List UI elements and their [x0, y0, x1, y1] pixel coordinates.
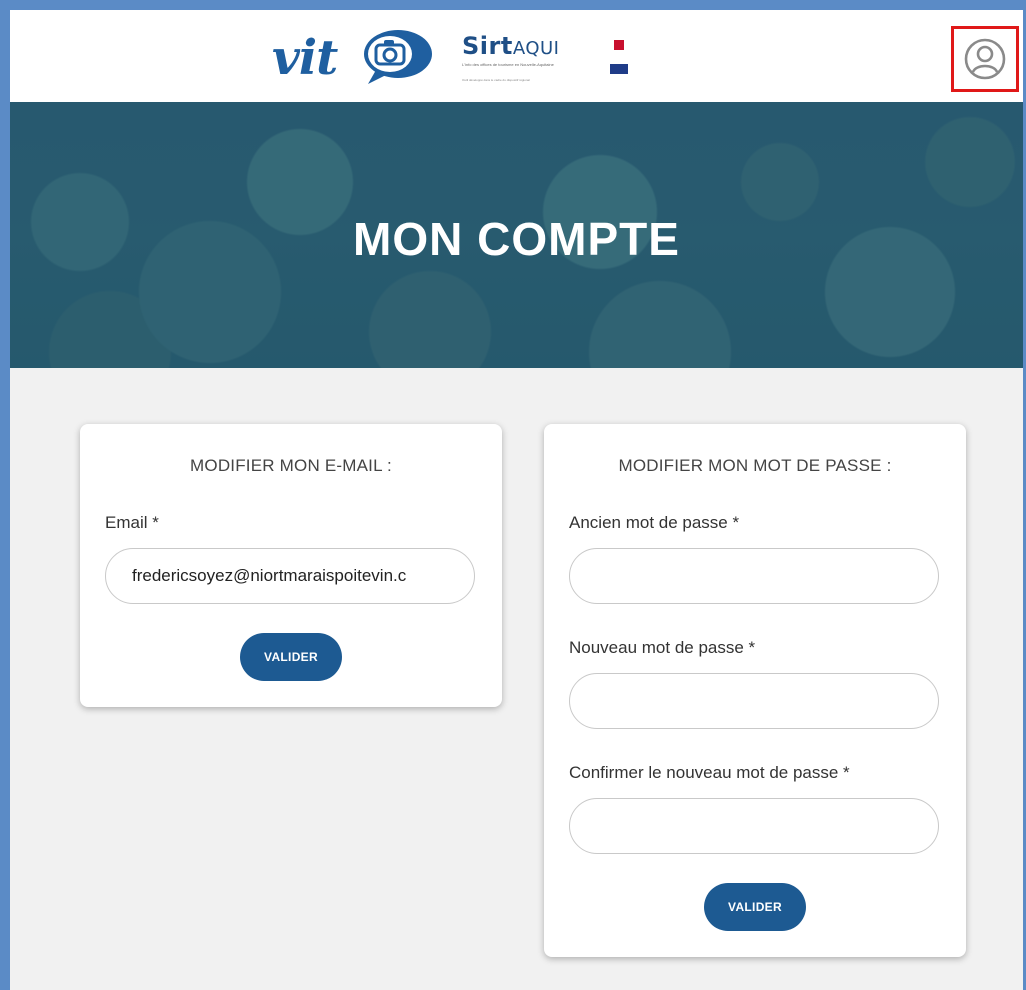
- sirtaqui-logo-tagline: Outil développé dans le cadre du disposi…: [462, 78, 530, 82]
- email-card: MODIFIER MON E-MAIL : Email * VALIDER: [80, 424, 502, 707]
- old-password-input[interactable]: [569, 548, 939, 604]
- email-label: Email *: [105, 513, 159, 532]
- eu-flag-icon: [610, 64, 628, 74]
- old-password-label: Ancien mot de passe *: [569, 513, 740, 532]
- site-header: vit SirtAQUI L'info des offices de touri…: [10, 10, 1023, 102]
- user-circle-icon: [964, 38, 1006, 80]
- camera-bubble-icon: [364, 30, 432, 84]
- region-flag-icon: [614, 40, 624, 50]
- account-button[interactable]: [951, 26, 1019, 92]
- password-card-title: MODIFIER MON MOT DE PASSE :: [618, 456, 892, 475]
- password-card: MODIFIER MON MOT DE PASSE : Ancien mot d…: [544, 424, 966, 957]
- new-password-input[interactable]: [569, 673, 939, 729]
- region-eu-flags: [610, 40, 628, 74]
- email-input[interactable]: [105, 548, 475, 604]
- email-submit-button[interactable]: VALIDER: [240, 633, 342, 681]
- page-title: MON COMPTE: [353, 213, 680, 265]
- vit-logo[interactable]: vit: [272, 24, 452, 88]
- browser-frame: vit SirtAQUI L'info des offices de touri…: [0, 0, 1026, 990]
- password-submit-button[interactable]: VALIDER: [704, 883, 806, 931]
- email-card-title: MODIFIER MON E-MAIL :: [190, 456, 392, 475]
- hero-banner: MON COMPTE: [10, 102, 1023, 368]
- new-password-label: Nouveau mot de passe *: [569, 638, 756, 657]
- confirm-password-input[interactable]: [569, 798, 939, 854]
- sirtaqui-logo[interactable]: SirtAQUI L'info des offices de tourisme …: [462, 32, 637, 88]
- sirtaqui-logo-subtitle: L'info des offices de tourisme en Nouvel…: [462, 62, 554, 67]
- confirm-password-label: Confirmer le nouveau mot de passe *: [569, 763, 850, 782]
- vit-logo-text: vit: [272, 30, 338, 86]
